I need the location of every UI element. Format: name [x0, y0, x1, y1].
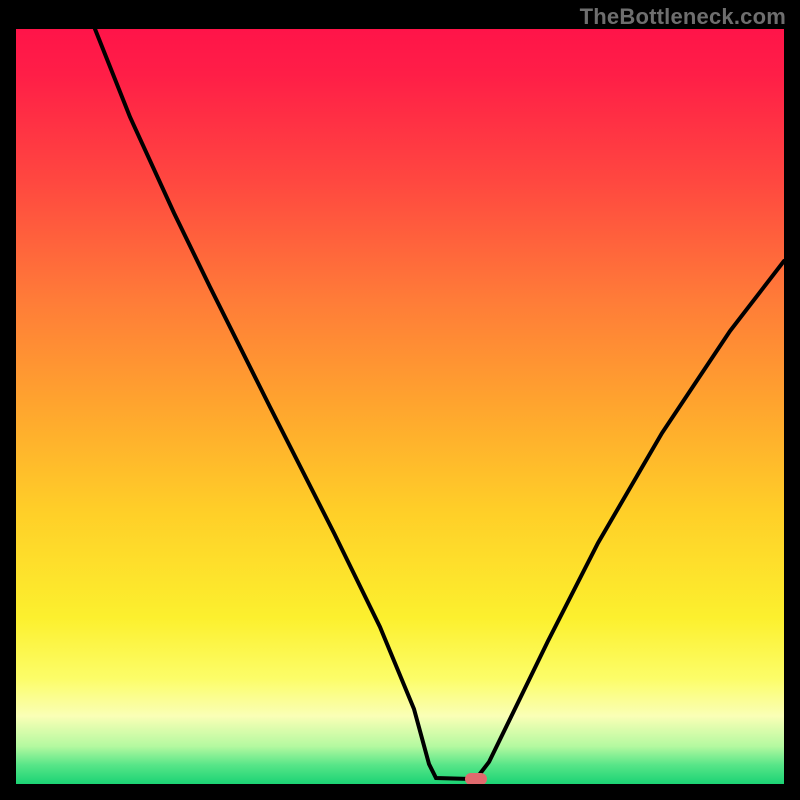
watermark-text: TheBottleneck.com — [580, 4, 786, 30]
chart-frame: TheBottleneck.com — [0, 0, 800, 800]
min-point-marker — [465, 773, 487, 784]
bottleneck-curve — [16, 29, 784, 784]
plot-area — [16, 29, 784, 784]
curve-path — [95, 29, 784, 779]
